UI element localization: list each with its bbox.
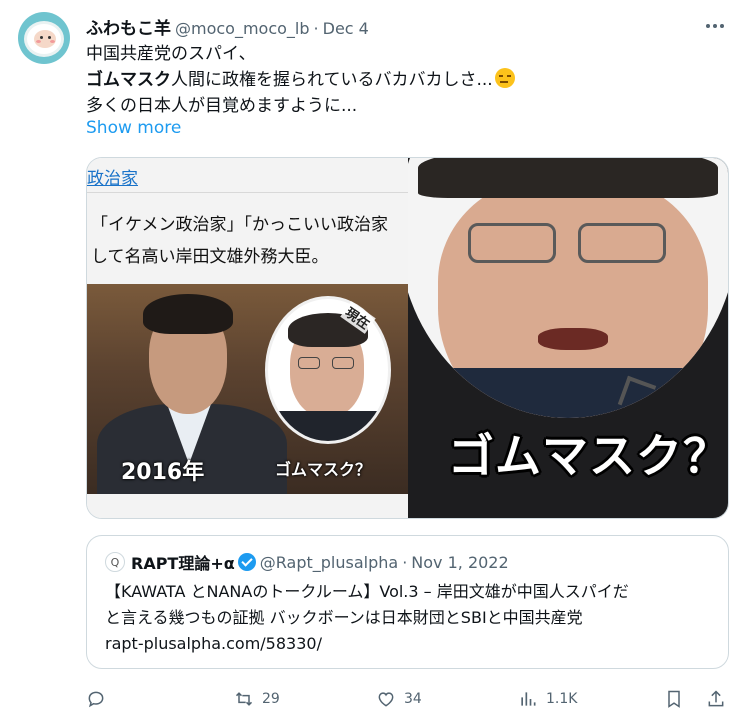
heart-icon — [378, 692, 394, 707]
avatar[interactable] — [18, 12, 70, 64]
quoted-tweet-header: Q RAPT理論+α @Rapt_plusalpha · Nov 1, 2022 — [105, 550, 509, 574]
tweet-header: ふわもこ羊 @moco_moco_lb · Dec 4 — [86, 14, 369, 40]
article-link: 政治家 — [87, 169, 138, 189]
suit-shape — [408, 368, 728, 418]
glasses-shape — [332, 357, 354, 369]
image-caption: 「イケメン政治家」「かっこいい政治家 — [91, 215, 388, 235]
display-name[interactable]: ふわもこ羊 — [86, 14, 171, 39]
sheep-face — [34, 30, 56, 48]
retweet-button[interactable]: 29 — [234, 684, 280, 714]
separator-dot: · — [313, 19, 319, 38]
tweet-text-line: 多くの日本人が目覚めますように... — [86, 96, 358, 116]
more-dot-icon — [706, 24, 710, 28]
share-button[interactable] — [706, 684, 734, 714]
media-image-right[interactable]: ゴムマスク？ — [408, 158, 729, 518]
expressionless-face-emoji-icon — [494, 68, 515, 88]
verified-badge-icon — [237, 553, 256, 571]
quoted-tweet[interactable]: Q RAPT理論+α @Rapt_plusalpha · Nov 1, 2022… — [86, 535, 729, 669]
tweet-text: 人間に政権を握られているバカバカしさ... — [171, 70, 493, 90]
media-grid: 政治家 「イケメン政治家」「かっこいい政治家 して名高い岸田文雄外務大臣。 20… — [86, 157, 729, 519]
sheep-cheek — [36, 40, 41, 43]
divider — [87, 192, 408, 193]
glasses-shape — [298, 357, 320, 369]
big-caption: ゴムマスク？ — [448, 429, 729, 483]
user-handle[interactable]: @moco_moco_lb — [175, 19, 310, 38]
more-dot-icon — [713, 24, 717, 28]
views-button[interactable]: 1.1K — [518, 684, 577, 714]
share-icon — [708, 690, 724, 707]
retweet-icon — [235, 692, 253, 706]
sheep-cheek — [50, 40, 55, 43]
tweet-text-line: 中国共産党のスパイ、 — [86, 44, 256, 64]
small-caption: ゴムマスク？ — [275, 460, 372, 479]
like-count: 34 — [404, 691, 422, 707]
tweet-date[interactable]: Dec 4 — [323, 19, 369, 38]
media-image-left[interactable]: 政治家 「イケメン政治家」「かっこいい政治家 して名高い岸田文雄外務大臣。 20… — [87, 158, 408, 518]
hair-shape — [418, 158, 718, 198]
quoted-avatar: Q — [105, 552, 125, 572]
closeup-face-photo — [408, 158, 728, 418]
action-bar: 29 34 1.1K — [86, 684, 730, 714]
more-options-button[interactable] — [700, 14, 730, 38]
reply-button[interactable] — [86, 684, 114, 714]
sheep-eye — [48, 36, 51, 39]
retweet-count: 29 — [262, 691, 280, 707]
separator-dot: · — [402, 552, 408, 572]
sheep-eye — [40, 36, 43, 39]
tweet-card[interactable]: ふわもこ羊 @moco_moco_lb · Dec 4 中国共産党のスパイ、 ゴ… — [0, 0, 748, 727]
quoted-text-line: 【KAWATA とNANAのトークルーム】Vol.3 – 岸田文雄が中国人スパイ… — [105, 582, 629, 601]
image-caption: して名高い岸田文雄外務大臣。 — [91, 247, 329, 267]
bookmark-button[interactable] — [664, 684, 692, 714]
tweet-text-line: ゴムマスク人間に政権を握られているバカバカしさ... — [86, 68, 515, 92]
more-dot-icon — [720, 24, 724, 28]
views-count: 1.1K — [546, 691, 578, 707]
hair-shape — [143, 294, 233, 334]
year-label: 2016年 — [121, 460, 205, 485]
bold-text: ゴムマスク — [86, 70, 171, 90]
bookmark-icon — [668, 690, 680, 708]
glasses-shape — [578, 223, 666, 263]
quoted-handle: @Rapt_plusalpha — [259, 552, 399, 572]
quoted-text-line: と言える幾つもの証拠 バックボーンは日本財団とSBIと中国共産党 — [105, 608, 583, 627]
quoted-date: Nov 1, 2022 — [411, 552, 509, 572]
quoted-display-name: RAPT理論+α — [131, 554, 235, 573]
mouth-shape — [538, 328, 608, 350]
suit-shape — [268, 411, 388, 441]
show-more-link[interactable]: Show more — [86, 118, 181, 138]
analytics-icon — [521, 692, 536, 706]
like-button[interactable]: 34 — [376, 684, 422, 714]
glasses-shape — [468, 223, 556, 263]
reply-icon — [88, 691, 104, 708]
quoted-link-text: rapt-plusalpha.com/58330/ — [105, 634, 322, 653]
